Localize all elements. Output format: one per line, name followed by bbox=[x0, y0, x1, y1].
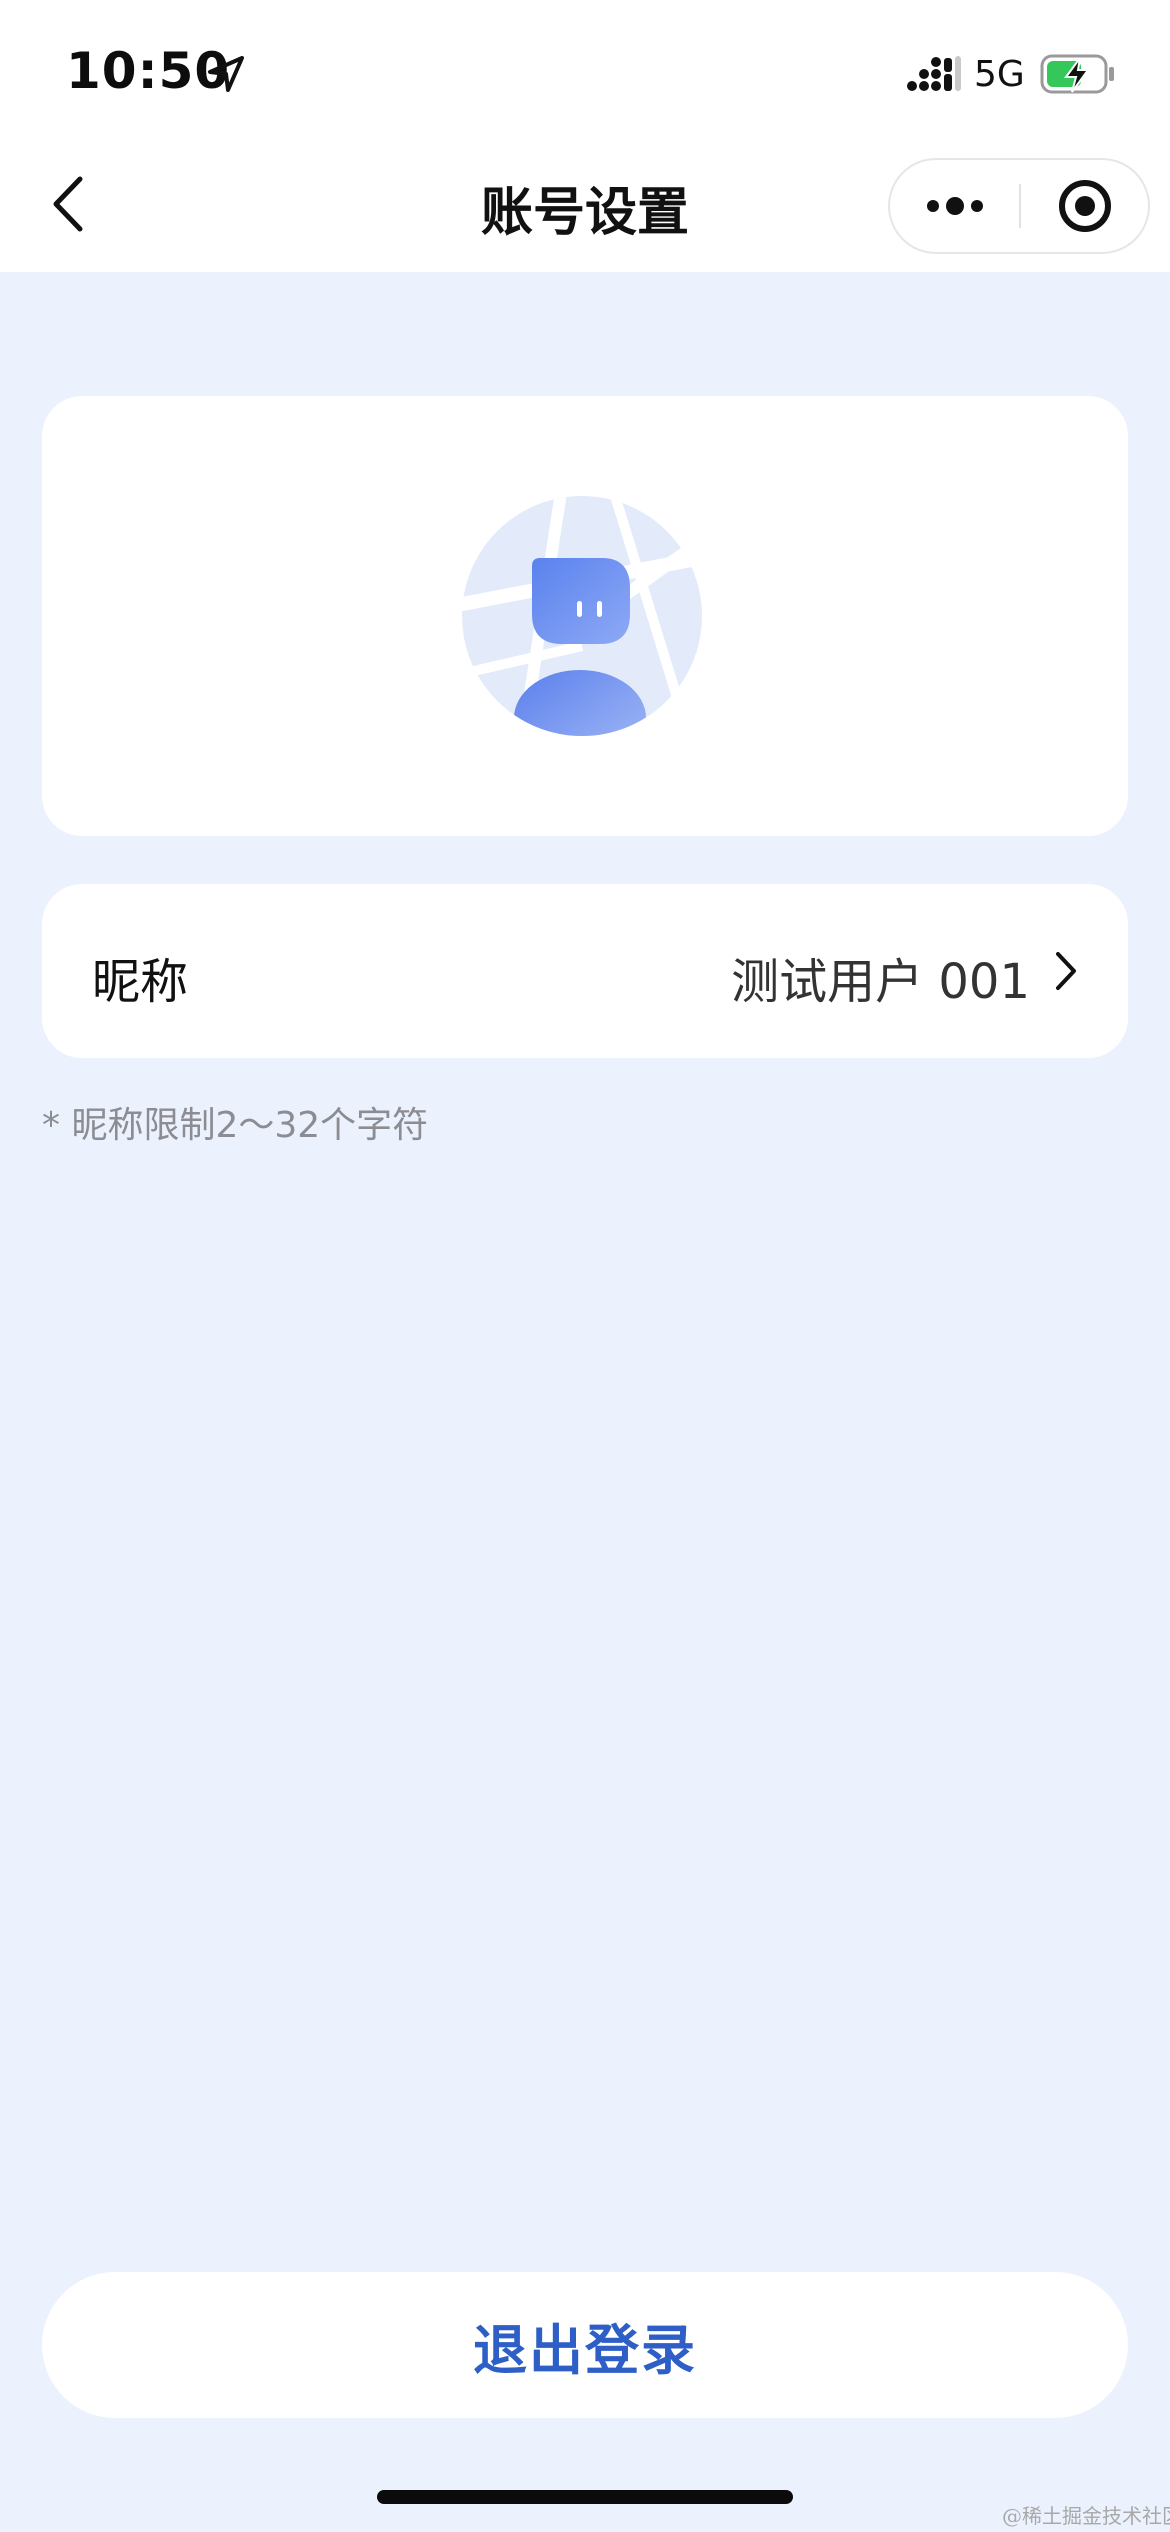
nickname-value: 测试用户 001 bbox=[731, 954, 1030, 1010]
chevron-left-icon bbox=[53, 176, 83, 232]
robot-avatar-icon[interactable] bbox=[462, 496, 702, 736]
more-dots-icon bbox=[927, 197, 983, 215]
page-title: 账号设置 bbox=[480, 183, 689, 243]
network-type: 5G bbox=[974, 54, 1025, 95]
more-button[interactable] bbox=[890, 160, 1020, 252]
logout-button[interactable]: 退出登录 bbox=[42, 2272, 1128, 2418]
chevron-right-icon bbox=[1056, 952, 1076, 990]
close-button[interactable] bbox=[1022, 160, 1148, 252]
battery-charging-icon bbox=[1040, 54, 1114, 94]
nickname-row[interactable]: 昵称 测试用户 001 bbox=[42, 884, 1128, 1058]
home-indicator[interactable] bbox=[377, 2490, 793, 2504]
avatar-card bbox=[42, 396, 1128, 836]
mini-program-capsule bbox=[888, 158, 1150, 254]
nickname-label: 昵称 bbox=[92, 954, 189, 1010]
location-arrow-icon bbox=[208, 56, 244, 92]
watermark: @稀土掘金技术社区 bbox=[1002, 2504, 1170, 2528]
target-close-icon bbox=[1059, 180, 1111, 232]
signal-icon bbox=[907, 56, 961, 91]
back-button[interactable] bbox=[30, 164, 106, 244]
top-bar: 10:50 5G 账号设置 bbox=[0, 0, 1170, 272]
logout-label: 退出登录 bbox=[473, 2318, 697, 2382]
capsule-divider bbox=[1019, 184, 1021, 228]
nickname-hint: * 昵称限制2～32个字符 bbox=[42, 1105, 429, 1146]
